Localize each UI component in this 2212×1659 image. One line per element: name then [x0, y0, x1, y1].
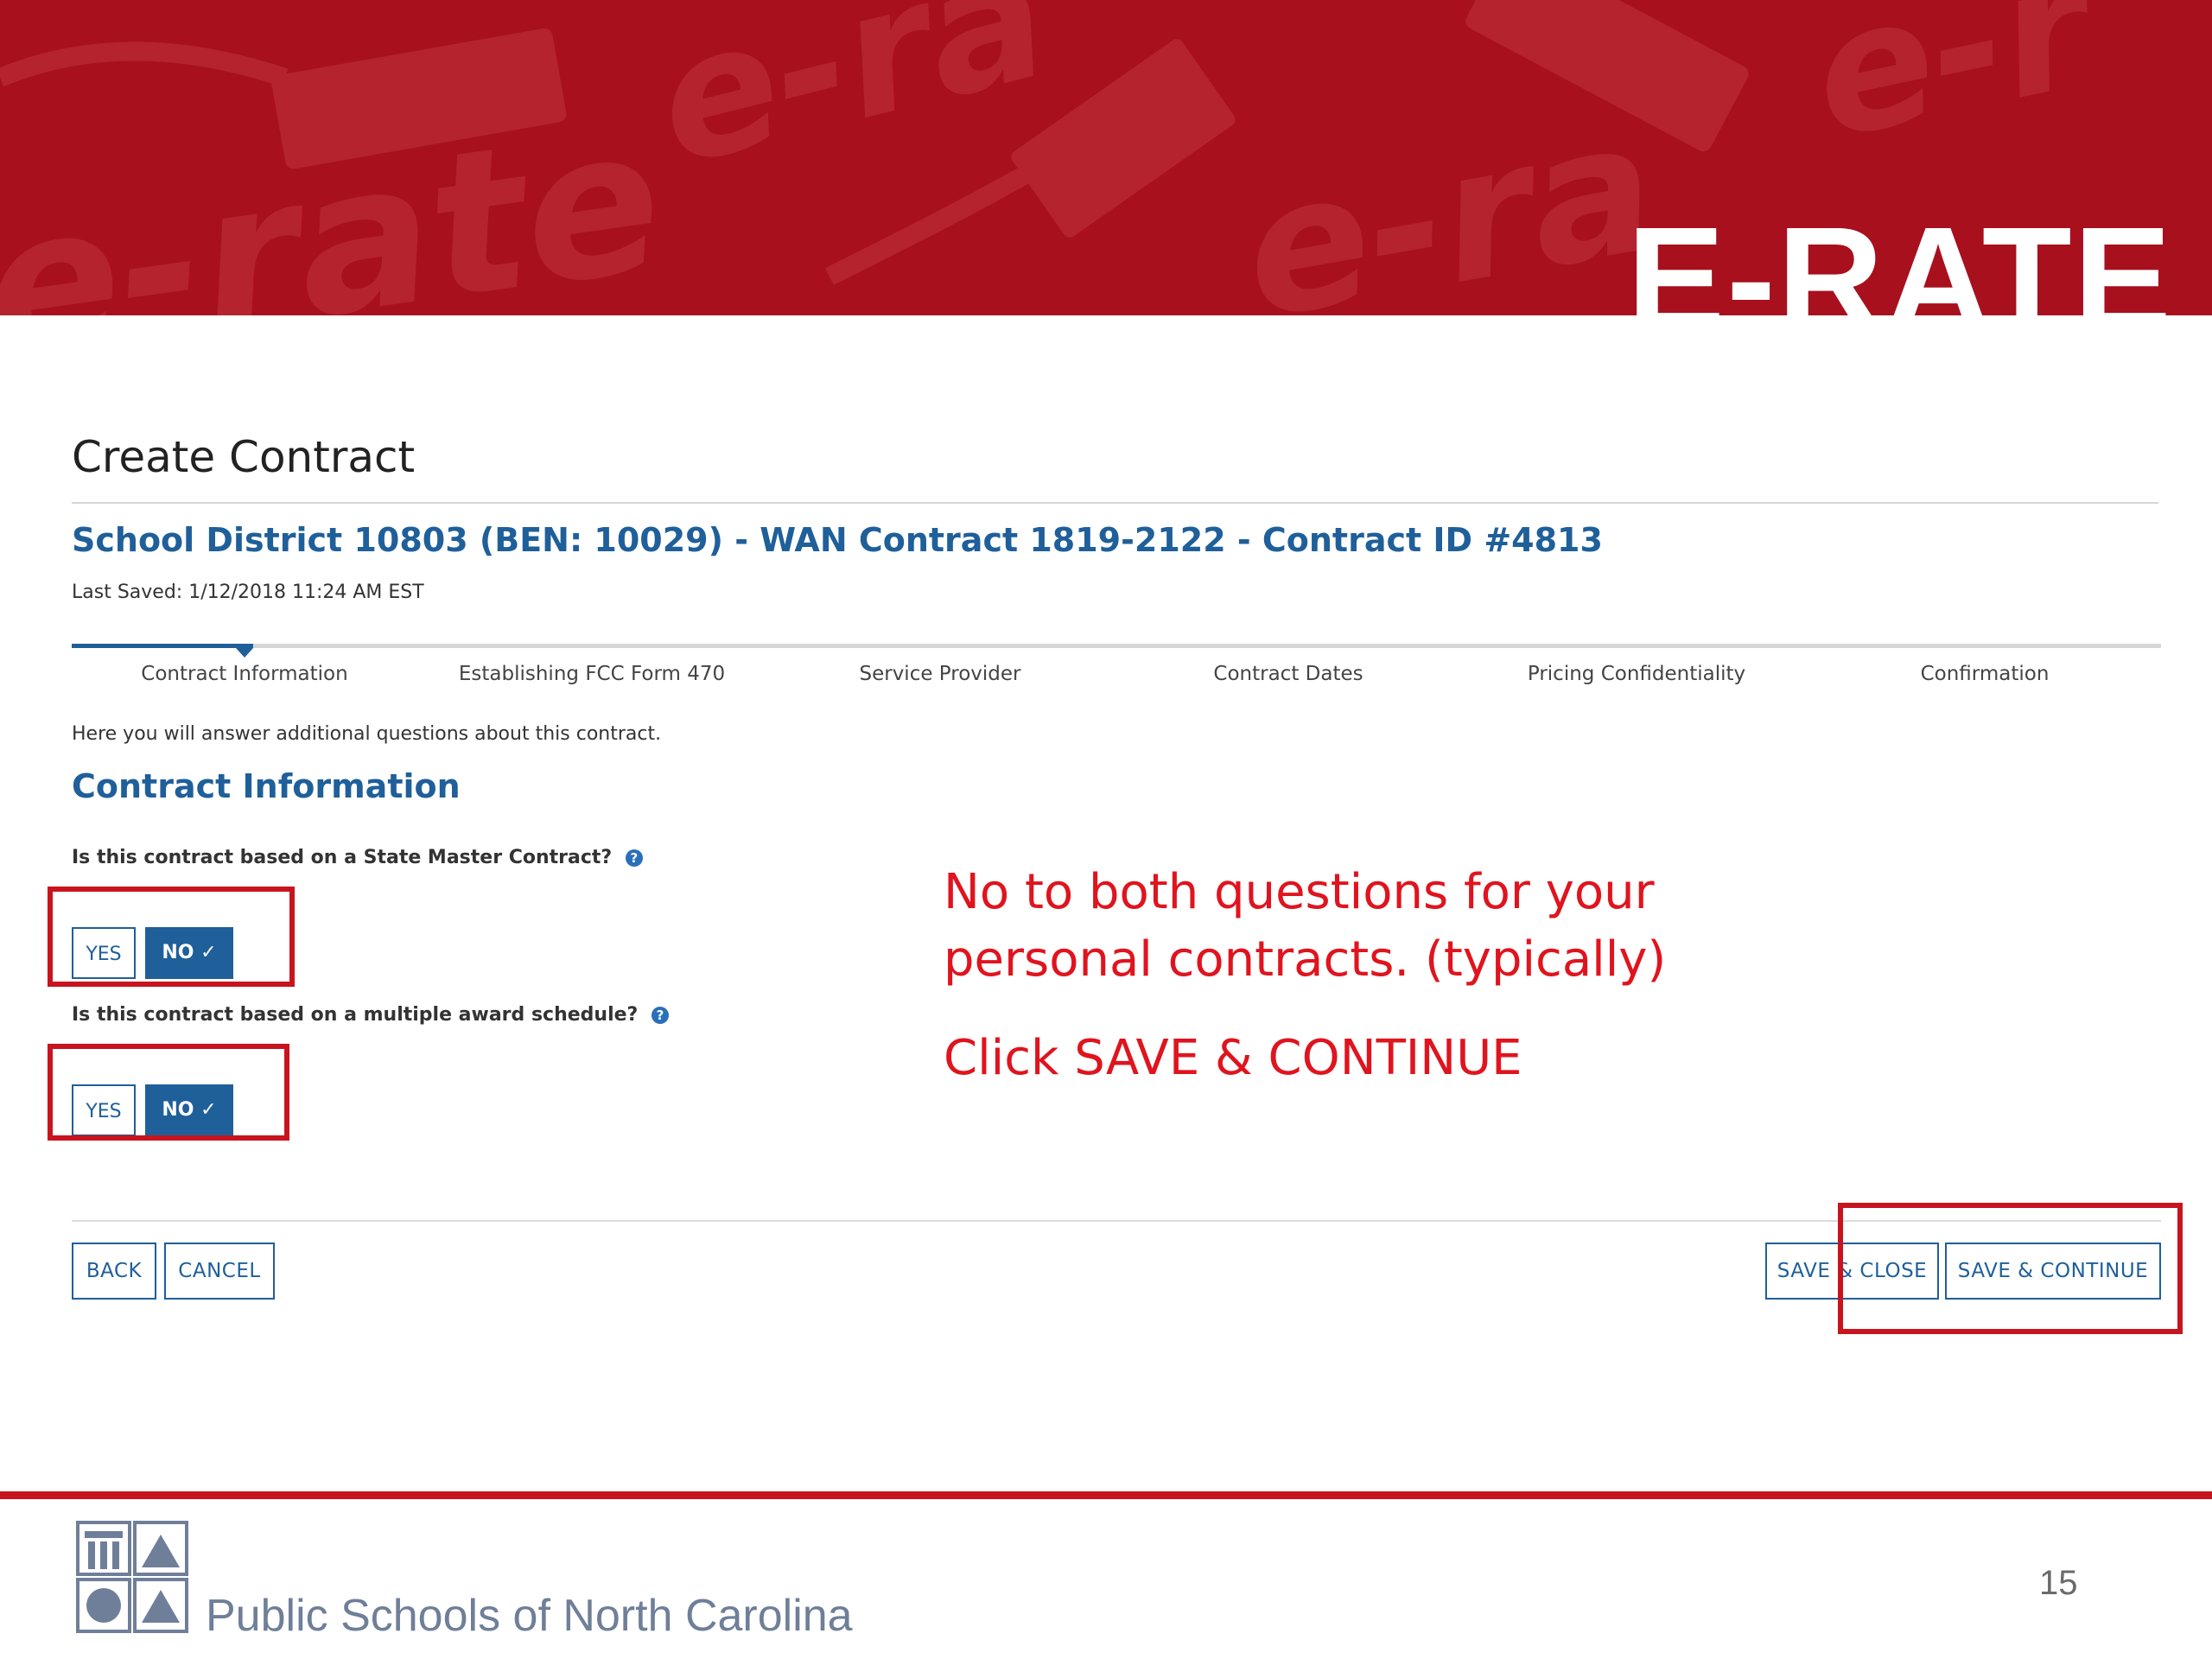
page-title: Create Contract — [72, 432, 416, 482]
step-contract-information[interactable]: Contract Information — [141, 663, 347, 685]
last-saved-timestamp: Last Saved: 1/12/2018 11:24 AM EST — [72, 582, 424, 603]
step-contract-dates[interactable]: Contract Dates — [1213, 663, 1363, 685]
back-button[interactable]: BACK — [72, 1243, 156, 1300]
footer-divider — [0, 1491, 2212, 1499]
annotation-line: No to both questions for your — [944, 864, 1655, 920]
e-rate-banner: e-rate e-ra e-ra e-r E-RATE — [0, 0, 2212, 315]
contract-heading: School District 10803 (BEN: 10029) - WAN… — [72, 521, 1603, 559]
highlight-box — [1838, 1203, 2183, 1334]
step-pricing-confidentiality[interactable]: Pricing Confidentiality — [1528, 663, 1745, 685]
progress-stepper: Contract Information Establishing FCC Fo… — [72, 644, 2161, 696]
question-state-master-contract: Is this contract based on a State Master… — [72, 847, 643, 868]
title-divider — [72, 502, 2158, 504]
highlight-box — [48, 887, 295, 987]
cancel-button[interactable]: CANCEL — [164, 1243, 275, 1300]
highlight-box — [48, 1044, 289, 1141]
question-multiple-award-schedule: Is this contract based on a multiple awa… — [72, 1004, 669, 1026]
step-establishing-fcc-form-470[interactable]: Establishing FCC Form 470 — [459, 663, 725, 685]
help-icon[interactable]: ? — [651, 1007, 669, 1024]
banner-title: E-RATE — [1626, 197, 2173, 315]
intro-text: Here you will answer additional question… — [72, 723, 662, 745]
step-service-provider[interactable]: Service Provider — [859, 663, 1020, 685]
question-text: Is this contract based on a multiple awa… — [72, 1004, 639, 1026]
annotation-line: personal contracts. (typically) — [944, 931, 1667, 988]
stepper-progress — [72, 644, 253, 648]
section-heading: Contract Information — [72, 767, 461, 805]
instruction-annotation: No to both questions for your personal c… — [944, 859, 1666, 994]
help-icon[interactable]: ? — [625, 849, 643, 867]
dpi-logo-icon — [76, 1521, 188, 1633]
question-text: Is this contract based on a State Master… — [72, 847, 613, 868]
stepper-current-marker — [236, 648, 253, 658]
step-confirmation[interactable]: Confirmation — [1921, 663, 2050, 685]
annotation-cta: Click SAVE & CONTINUE — [944, 1030, 1522, 1086]
footer-organization: Public Schools of North Carolina — [206, 1591, 853, 1641]
page-number: 15 — [2039, 1564, 2078, 1602]
stepper-track — [72, 644, 2161, 648]
